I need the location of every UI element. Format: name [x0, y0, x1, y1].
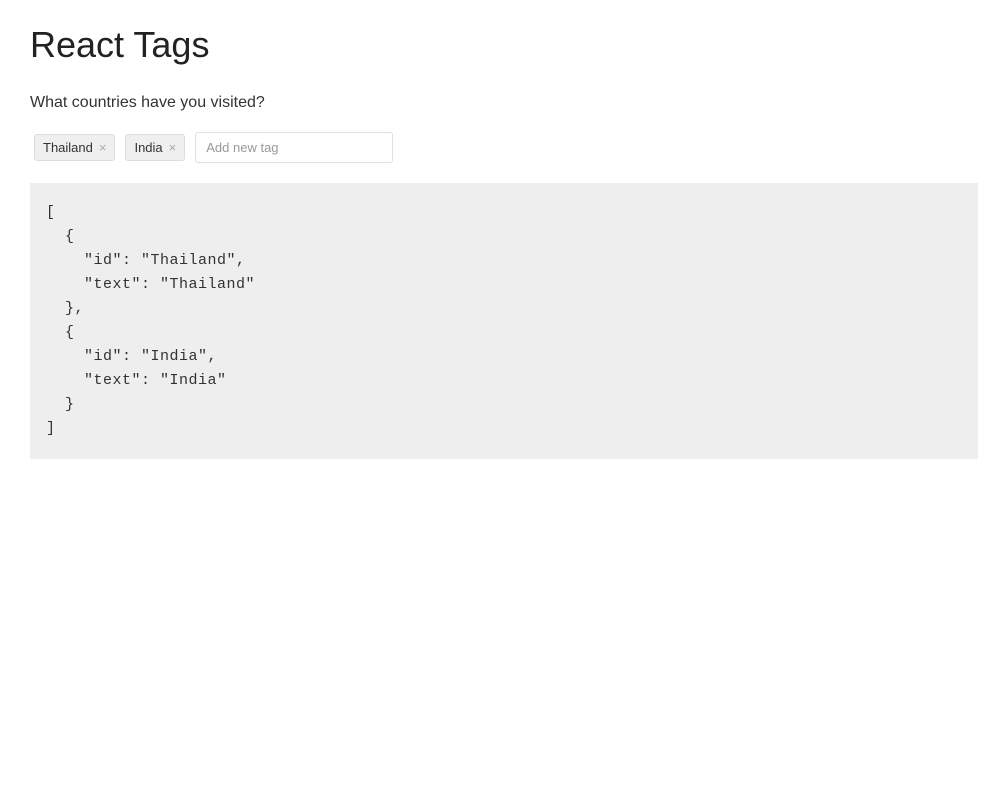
tag-label: India: [134, 140, 162, 155]
tag-input[interactable]: [195, 132, 393, 163]
tag-item[interactable]: Thailand ×: [34, 134, 115, 161]
close-icon[interactable]: ×: [99, 141, 107, 154]
close-icon[interactable]: ×: [169, 141, 177, 154]
question-text: What countries have you visited?: [30, 94, 978, 112]
tag-label: Thailand: [43, 140, 93, 155]
page-title: React Tags: [30, 24, 978, 66]
tag-item[interactable]: India ×: [125, 134, 185, 161]
tags-container: Thailand × India ×: [30, 132, 978, 163]
code-output: [ { "id": "Thailand", "text": "Thailand"…: [30, 183, 978, 459]
